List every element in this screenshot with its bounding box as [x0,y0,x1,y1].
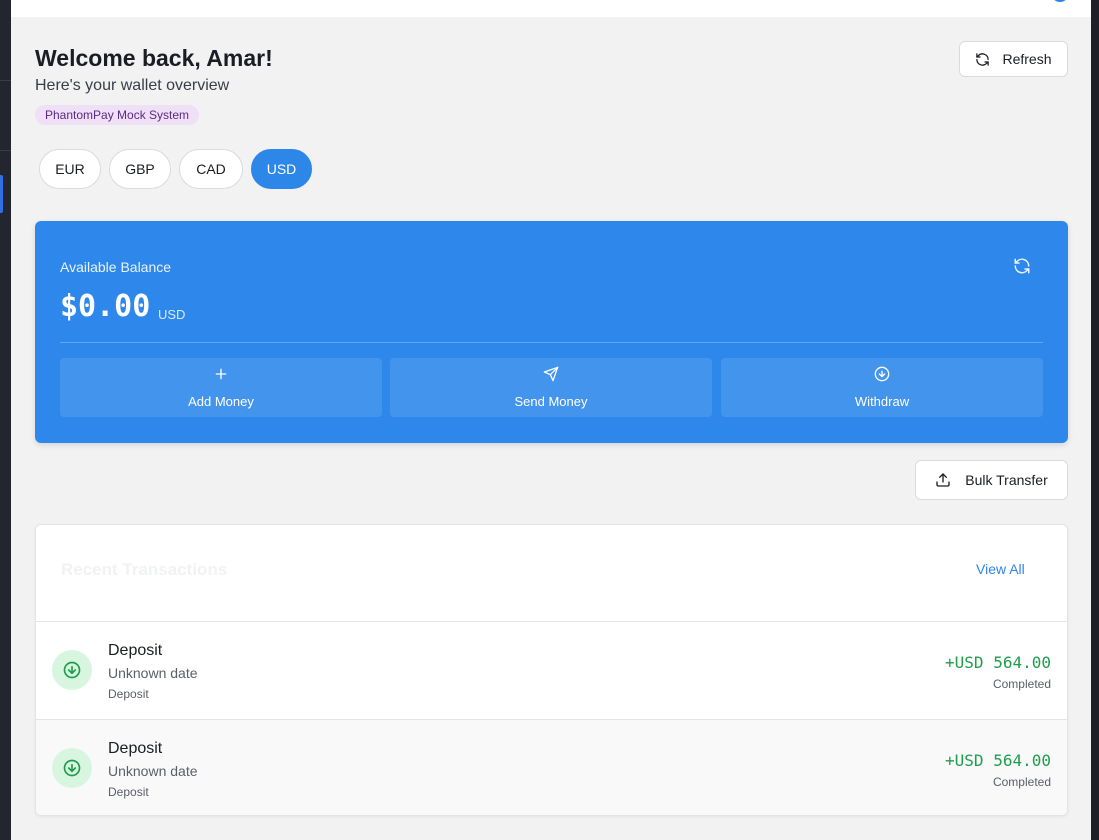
transaction-status: Completed [992,775,1051,789]
transaction-amount: +USD 564.00 [945,653,1051,672]
arrow-down-circle-icon [874,366,890,382]
view-all-link[interactable]: View All [976,561,1025,577]
plus-icon [215,368,227,380]
transaction-date: Unknown date [108,665,198,681]
right-terminal-edge [1091,0,1099,840]
currency-usd-button[interactable]: USD [251,149,312,189]
currency-selector: EUR GBP CAD USD [39,149,312,189]
avatar[interactable] [1053,0,1067,2]
currency-gbp-button[interactable]: GBP [109,149,171,189]
sidebar-divider [0,150,11,151]
add-money-label: Add Money [188,394,254,409]
deposit-icon-badge [52,748,92,788]
sidebar-active-indicator [0,175,3,213]
arrow-down-circle-icon [63,661,81,679]
add-money-button[interactable]: Add Money [60,358,382,417]
balance-currency: USD [158,307,186,322]
left-sidebar-edge [0,0,11,840]
transaction-type: Deposit [108,687,149,701]
refresh-button[interactable]: Refresh [959,41,1068,77]
send-money-label: Send Money [514,394,588,409]
page-subtitle: Here's your wallet overview [35,77,230,94]
transaction-name: Deposit [108,642,163,659]
balance-amount: $0.00 [60,289,151,324]
transaction-name: Deposit [108,740,163,757]
send-icon [543,366,559,382]
deposit-icon-badge [52,650,92,690]
withdraw-label: Withdraw [854,394,910,409]
balance-label: Available Balance [60,259,172,275]
page-title: Welcome back, Amar! [35,45,273,71]
arrow-down-circle-icon [63,759,81,777]
transaction-row[interactable]: Deposit Unknown date Deposit +USD 564.00… [36,622,1067,719]
bulk-transfer-label: Bulk Transfer [965,472,1048,488]
refresh-label: Refresh [1002,51,1052,67]
recent-transactions-card: Recent Transactions View All Deposit Unk… [35,524,1068,816]
bulk-transfer-button[interactable]: Bulk Transfer [915,460,1068,500]
withdraw-button[interactable]: Withdraw [721,358,1043,417]
transaction-date: Unknown date [108,763,198,779]
send-money-button[interactable]: Send Money [390,358,712,417]
transaction-row[interactable]: Deposit Unknown date Deposit +USD 564.00… [36,719,1067,815]
top-bar [11,0,1091,17]
wallet-overview: Welcome back, Amar! Here's your wallet o… [11,17,1091,840]
balance-divider [60,342,1043,343]
refresh-icon [976,52,990,66]
system-badge: PhantomPay Mock System [35,105,200,125]
sidebar-divider [0,80,11,81]
transactions-title: Recent Transactions [61,560,228,579]
balance-card: Available Balance $0.00 USD Add Money Se… [35,221,1068,443]
currency-eur-button[interactable]: EUR [39,149,101,189]
balance-refresh-icon[interactable] [1013,257,1031,275]
upload-icon [936,473,950,487]
transaction-status: Completed [992,677,1051,691]
currency-cad-button[interactable]: CAD [179,149,243,189]
transaction-type: Deposit [108,785,149,799]
transaction-amount: +USD 564.00 [945,751,1051,770]
